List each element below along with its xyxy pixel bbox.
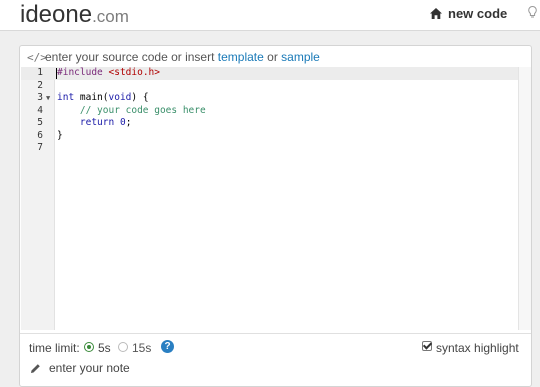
pencil-icon (31, 364, 40, 373)
code-editor[interactable]: 1 #include <stdio.h> 2 3 ▼ int main(void… (21, 67, 519, 330)
logo-tld-text: .com (92, 7, 129, 26)
template-link[interactable]: template (218, 50, 264, 64)
code-line-3[interactable]: 3 ▼ int main(void) { (21, 92, 519, 105)
editor-scrollbar[interactable] (518, 67, 531, 330)
code-text: } (57, 129, 63, 141)
editor-prompt: enter your source code or insert templat… (45, 50, 320, 64)
time-limit-5s-label[interactable]: 5s (98, 341, 111, 355)
prompt-prefix: enter your source code or insert (45, 50, 215, 64)
note-placeholder: enter your note (49, 361, 130, 375)
editor-panel-header: </> enter your source code or insert tem… (20, 46, 531, 66)
editor-panel: </> enter your source code or insert tem… (19, 45, 532, 387)
line-number: 7 (37, 142, 43, 153)
line-number: 3 (37, 92, 43, 103)
fold-arrow-icon[interactable]: ▼ (46, 92, 50, 105)
time-limit-label: time limit: (29, 341, 80, 355)
time-limit-5s-radio[interactable] (84, 342, 94, 352)
line-number: 6 (37, 129, 43, 141)
line-number: 5 (37, 117, 43, 128)
time-limit-15s-radio[interactable] (118, 342, 128, 352)
prompt-or: or (267, 50, 278, 64)
code-line-4[interactable]: 4 // your code goes here (21, 105, 519, 118)
code-icon: </> (27, 51, 47, 64)
code-line-6[interactable]: 6 } (21, 130, 519, 143)
line-number: 4 (37, 104, 43, 116)
new-code-button[interactable]: new code (430, 6, 507, 21)
code-text: // your code goes here (79, 104, 206, 116)
new-code-label: new code (448, 6, 508, 21)
code-text: #include <stdio.h> (57, 67, 160, 78)
editor-options-bar: time limit: 5s 15s ? syntax highlight (20, 333, 531, 359)
line-number: 1 (37, 67, 43, 78)
syntax-highlight-checkbox[interactable] (422, 341, 432, 351)
help-icon[interactable]: ? (161, 340, 174, 353)
code-text: int main(void) { (57, 92, 149, 103)
code-text: return 0; (79, 117, 132, 128)
note-field[interactable]: enter your note (20, 359, 531, 381)
logo-main-text: ideone (20, 1, 93, 28)
code-line-5[interactable]: 5 return 0; (21, 117, 519, 130)
time-limit-15s-label[interactable]: 15s (132, 341, 151, 355)
code-line-1[interactable]: 1 #include <stdio.h> (21, 67, 519, 80)
code-line-2[interactable]: 2 (21, 80, 519, 93)
line-number: 2 (37, 79, 43, 91)
top-bar: ideone.com new code (0, 0, 540, 31)
sample-link[interactable]: sample (281, 50, 320, 64)
home-icon (430, 8, 442, 19)
site-logo[interactable]: ideone.com (20, 1, 129, 29)
syntax-highlight-label[interactable]: syntax highlight (436, 341, 519, 355)
code-line-7[interactable]: 7 (21, 142, 519, 155)
lightbulb-icon[interactable] (528, 6, 537, 19)
